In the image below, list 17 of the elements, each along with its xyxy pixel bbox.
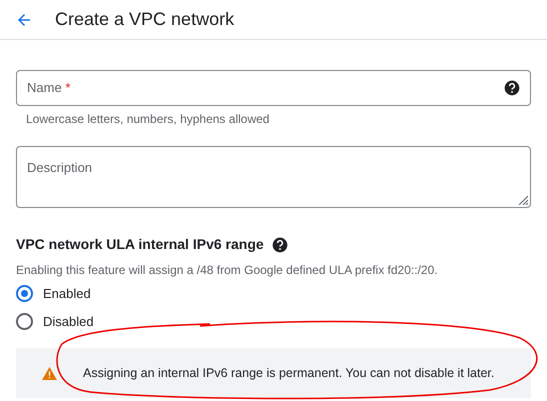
field-hint: Lowercase letters, numbers, hyphens allowed (25, 111, 270, 128)
field-label: Description (27, 160, 92, 175)
field-label: Name * (27, 79, 70, 98)
radio-button[interactable] (16, 285, 33, 302)
radio-button[interactable] (16, 312, 33, 330)
radio-label: Enabled (43, 285, 91, 303)
page-title: Create a VPC network (55, 8, 234, 31)
warning-icon (42, 366, 57, 380)
section-title: VPC network ULA internal IPv6 range (16, 235, 264, 254)
name-field[interactable]: Name * (16, 70, 531, 106)
radio-label: Disabled (43, 312, 94, 330)
help-icon[interactable] (504, 80, 520, 96)
description-field[interactable]: Description (16, 146, 531, 208)
section-description: Enabling this feature will assign a /48 from Google defined ULA prefix fd20::/20. (16, 262, 439, 279)
help-icon[interactable] (272, 236, 288, 252)
resize-handle-icon[interactable] (518, 195, 528, 205)
warning-text: Assigning an internal IPv6 range is permanent. You can not disable it later. (83, 364, 494, 382)
